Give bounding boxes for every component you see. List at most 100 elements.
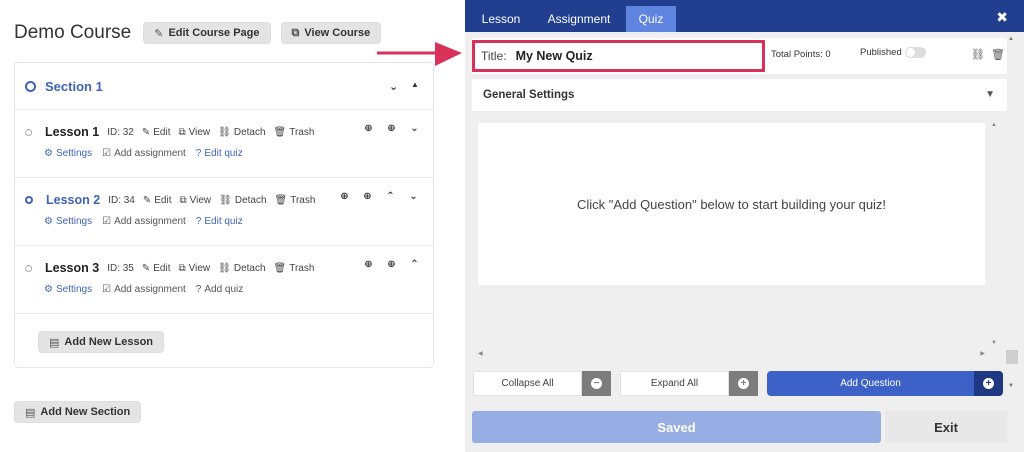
question-list-empty: Click "Add Question" below to start buil… — [478, 123, 985, 285]
unlink-icon[interactable]: ⛓ — [971, 48, 985, 61]
trash-icon: 🗑 — [273, 262, 287, 274]
chevron-down-icon[interactable]: ⌄ — [389, 80, 398, 93]
move-down-icon[interactable]: ⊕ — [380, 259, 403, 270]
quiz-title-input[interactable]: My New Quiz — [516, 49, 593, 63]
edit-quiz-label: Edit quiz — [204, 148, 243, 159]
move-down-icon[interactable]: ⊕ — [380, 123, 403, 134]
move-down-icon[interactable]: ⊕ — [356, 191, 379, 202]
move-up-icon[interactable]: ⊕ — [357, 123, 380, 134]
move-up-icon[interactable]: ⊕ — [333, 191, 356, 202]
lesson-status-icon — [25, 264, 32, 272]
lesson-trash-link[interactable]: 🗑 Trash — [275, 195, 316, 206]
tab-lesson[interactable]: Lesson — [472, 6, 530, 32]
section-row[interactable]: Section 1 ⌄ ▲ — [15, 63, 433, 110]
lesson-settings-link[interactable]: ⚙ Settings — [44, 216, 92, 227]
expand-all-icon-button[interactable]: + — [729, 371, 758, 396]
view-course-button[interactable]: ⧉ View Course — [280, 22, 382, 44]
total-points: Total Points: 0 — [771, 49, 831, 60]
move-up-icon[interactable]: ⊕ — [357, 259, 380, 270]
edit-course-page-button[interactable]: ✎ Edit Course Page — [143, 22, 271, 44]
lesson-settings-link[interactable]: ⚙ Settings — [44, 284, 92, 295]
lesson-view-link[interactable]: ⧉ View — [180, 195, 212, 206]
lesson-detach-link[interactable]: ⛓ Detach — [219, 195, 266, 206]
add-assignment-link[interactable]: ☑ Add assignment — [102, 148, 186, 159]
lesson-view-link[interactable]: ⧉ View — [179, 127, 211, 138]
scroll-down-icon[interactable]: ▼ — [991, 340, 997, 346]
lesson-detach-label: Detach — [234, 194, 267, 206]
question-icon: ? — [195, 148, 202, 159]
quiz-title-field[interactable]: Title: My New Quiz — [472, 40, 765, 72]
add-question-button[interactable]: Add Question — [767, 371, 974, 396]
lesson-name[interactable]: Lesson 2 — [46, 193, 100, 207]
quiz-action-row: Collapse All − Expand All + Add Question… — [465, 371, 1024, 396]
lesson-edit-link[interactable]: ✎ Edit — [142, 263, 171, 274]
scroll-up-icon[interactable]: ▲ — [1008, 36, 1014, 42]
scrollbar-thumb[interactable] — [1006, 350, 1018, 364]
lesson-row: Lesson 3 ID: 35 ✎ Edit ⧉ View ⛓ Detach 🗑 Tra… — [15, 246, 433, 314]
question-icon: ? — [195, 216, 202, 227]
add-question-icon-button[interactable]: + — [974, 371, 1003, 396]
add-new-section-button[interactable]: ▤ Add New Section — [14, 401, 142, 423]
lesson-edit-label: Edit — [153, 262, 171, 274]
panel-tabbar: Lesson Assignment Quiz ✖ — [465, 0, 1024, 32]
course-title: Demo Course — [14, 22, 132, 43]
document-icon: ▤ — [25, 406, 36, 419]
chevron-down-icon[interactable]: ⌄ — [402, 191, 425, 202]
general-settings-header[interactable]: General Settings ▼ — [472, 79, 1007, 111]
lesson-trash-link[interactable]: 🗑 Trash — [274, 263, 315, 274]
close-icon[interactable]: ✖ — [996, 9, 1008, 26]
lesson-settings-link[interactable]: ⚙ Settings — [44, 148, 92, 159]
lesson-trash-link[interactable]: 🗑 Trash — [274, 127, 315, 138]
chevron-up-icon[interactable]: ⌃ — [403, 259, 426, 270]
exit-button[interactable]: Exit — [885, 411, 1007, 443]
lesson-detach-label: Detach — [233, 262, 266, 274]
chevron-up-icon[interactable]: ⌃ — [379, 191, 402, 202]
toggle-switch[interactable] — [904, 47, 926, 58]
view-course-label: View Course — [304, 27, 371, 39]
lesson-name[interactable]: Lesson 1 — [45, 125, 99, 139]
course-header: Demo Course ✎ Edit Course Page ⧉ View Co… — [14, 22, 391, 44]
trash-icon: 🗑 — [274, 194, 288, 206]
lesson-name[interactable]: Lesson 3 — [45, 261, 99, 275]
add-assignment-link[interactable]: ☑ Add assignment — [102, 284, 186, 295]
document-icon: ▤ — [49, 336, 60, 349]
scroll-right-icon[interactable]: ▶ — [980, 350, 985, 357]
minus-icon: − — [591, 378, 602, 389]
chevron-down-icon[interactable]: ⌄ — [403, 123, 426, 134]
lesson-edit-label: Edit — [154, 194, 172, 206]
lesson-view-link[interactable]: ⧉ View — [179, 263, 211, 274]
lesson-view-label: View — [188, 262, 211, 274]
quiz-editor-panel: Lesson Assignment Quiz ✖ Title: My New Q… — [465, 0, 1024, 452]
published-toggle[interactable]: Published — [860, 47, 926, 58]
lesson-edit-link[interactable]: ✎ Edit — [142, 127, 171, 138]
edit-quiz-link[interactable]: ? Edit quiz — [196, 148, 243, 159]
lesson-id: ID: 34 — [108, 194, 135, 206]
section-title[interactable]: Section 1 — [45, 79, 103, 94]
checkbox-icon: ☑ — [102, 216, 112, 227]
trash-icon[interactable]: 🗑 — [991, 48, 1005, 61]
lesson-status-icon — [25, 196, 33, 204]
title-label: Title: — [481, 49, 507, 63]
lesson-edit-link[interactable]: ✎ Edit — [143, 195, 172, 206]
edit-course-page-label: Edit Course Page — [168, 27, 260, 39]
add-assignment-link[interactable]: ☑ Add assignment — [102, 216, 186, 227]
scroll-left-icon[interactable]: ◀ — [478, 350, 483, 357]
add-new-lesson-button[interactable]: ▤ Add New Lesson — [38, 331, 165, 353]
tab-quiz[interactable]: Quiz — [626, 6, 676, 32]
caret-down-icon[interactable]: ▼ — [985, 89, 995, 100]
lesson-row: Lesson 1 ID: 32 ✎ Edit ⧉ View ⛓ Detach 🗑 Tra… — [15, 110, 433, 178]
collapse-all-icon-button[interactable]: − — [582, 371, 611, 396]
horizontal-scrollbar[interactable]: ◀ ▶ — [478, 350, 985, 360]
tab-assignment[interactable]: Assignment — [539, 6, 619, 32]
lesson-detach-link[interactable]: ⛓ Detach — [218, 127, 265, 138]
collapse-all-button[interactable]: Collapse All — [473, 371, 582, 396]
scroll-up-icon[interactable]: ▲ — [991, 122, 997, 128]
caret-up-icon[interactable]: ▲ — [411, 80, 419, 89]
expand-all-button[interactable]: Expand All — [620, 371, 729, 396]
edit-quiz-link[interactable]: ? Edit quiz — [196, 216, 243, 227]
add-quiz-label: Add quiz — [204, 284, 244, 295]
saved-button[interactable]: Saved — [472, 411, 881, 443]
plus-icon: + — [983, 378, 994, 389]
add-quiz-link[interactable]: ? Add quiz — [196, 284, 243, 295]
lesson-detach-link[interactable]: ⛓ Detach — [218, 263, 265, 274]
